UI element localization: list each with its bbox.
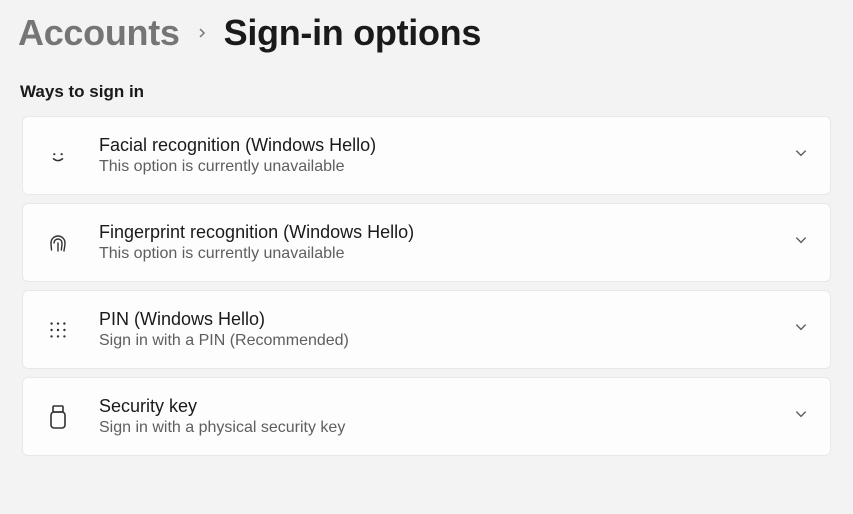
option-text: PIN (Windows Hello) Sign in with a PIN (…: [99, 309, 766, 350]
security-key-icon: [45, 404, 71, 430]
chevron-right-icon: [196, 22, 208, 45]
pin-icon: [45, 317, 71, 343]
sign-in-options-list: Facial recognition (Windows Hello) This …: [18, 116, 835, 456]
option-title: Facial recognition (Windows Hello): [99, 135, 766, 156]
section-heading: Ways to sign in: [20, 82, 835, 102]
option-title: Security key: [99, 396, 766, 417]
option-description: Sign in with a PIN (Recommended): [99, 332, 766, 350]
option-title: Fingerprint recognition (Windows Hello): [99, 222, 766, 243]
chevron-down-icon: [794, 320, 808, 339]
breadcrumb: Accounts Sign-in options: [18, 12, 835, 54]
option-text: Fingerprint recognition (Windows Hello) …: [99, 222, 766, 263]
option-security-key[interactable]: Security key Sign in with a physical sec…: [22, 377, 831, 456]
option-title: PIN (Windows Hello): [99, 309, 766, 330]
option-fingerprint-recognition[interactable]: Fingerprint recognition (Windows Hello) …: [22, 203, 831, 282]
breadcrumb-parent[interactable]: Accounts: [18, 12, 180, 54]
option-description: This option is currently unavailable: [99, 245, 766, 263]
option-pin[interactable]: PIN (Windows Hello) Sign in with a PIN (…: [22, 290, 831, 369]
face-icon: [45, 143, 71, 169]
chevron-down-icon: [794, 146, 808, 165]
option-facial-recognition[interactable]: Facial recognition (Windows Hello) This …: [22, 116, 831, 195]
chevron-down-icon: [794, 233, 808, 252]
chevron-down-icon: [794, 407, 808, 426]
option-text: Facial recognition (Windows Hello) This …: [99, 135, 766, 176]
fingerprint-icon: [45, 230, 71, 256]
option-description: Sign in with a physical security key: [99, 419, 766, 437]
option-description: This option is currently unavailable: [99, 158, 766, 176]
page-title: Sign-in options: [224, 12, 481, 54]
option-text: Security key Sign in with a physical sec…: [99, 396, 766, 437]
